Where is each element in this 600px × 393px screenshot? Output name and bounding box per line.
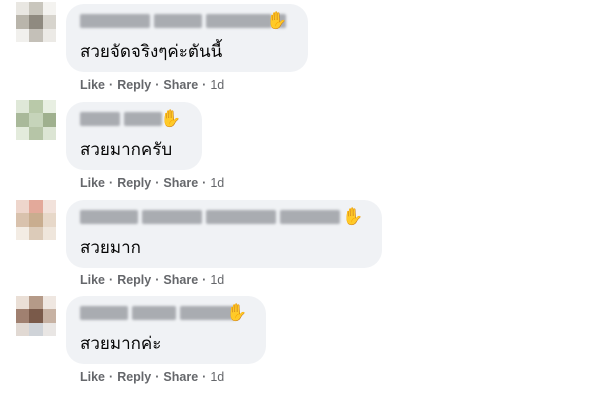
waving-hand-icon: ✋ bbox=[226, 303, 248, 323]
share-link[interactable]: Share bbox=[163, 273, 198, 287]
comment-bubble: ✋ สวยมากครับ bbox=[66, 102, 202, 170]
timestamp[interactable]: 1d bbox=[210, 78, 224, 92]
reply-link[interactable]: Reply bbox=[117, 273, 151, 287]
reply-link[interactable]: Reply bbox=[117, 370, 151, 384]
comment-text: สวยจัดจริงๆค่ะตันนี้ bbox=[80, 42, 223, 62]
comment-text: สวยมากค่ะ bbox=[80, 334, 162, 354]
timestamp[interactable]: 1d bbox=[210, 176, 224, 190]
separator: · bbox=[202, 273, 207, 287]
separator: · bbox=[202, 370, 207, 384]
avatar[interactable] bbox=[16, 2, 56, 42]
separator: · bbox=[155, 78, 160, 92]
comment-actions: Like · Reply · Share · 1d bbox=[80, 273, 224, 287]
comment-bubble: ✋ สวยมากค่ะ bbox=[66, 296, 266, 364]
avatar[interactable] bbox=[16, 200, 56, 240]
comment-bubble: ✋ สวยจัดจริงๆค่ะตันนี้ bbox=[66, 4, 308, 72]
comment-bubble: ✋ สวยมาก bbox=[66, 200, 382, 268]
avatar[interactable] bbox=[16, 296, 56, 336]
timestamp[interactable]: 1d bbox=[210, 273, 224, 287]
separator: · bbox=[109, 370, 114, 384]
waving-hand-icon: ✋ bbox=[342, 207, 364, 227]
share-link[interactable]: Share bbox=[163, 78, 198, 92]
comment-text: สวยมาก bbox=[80, 238, 141, 258]
separator: · bbox=[155, 273, 160, 287]
like-link[interactable]: Like bbox=[80, 273, 105, 287]
avatar[interactable] bbox=[16, 100, 56, 140]
author-name[interactable] bbox=[80, 210, 340, 224]
separator: · bbox=[109, 78, 114, 92]
waving-hand-icon: ✋ bbox=[160, 109, 182, 129]
author-name[interactable] bbox=[80, 112, 162, 126]
share-link[interactable]: Share bbox=[163, 176, 198, 190]
comment-actions: Like · Reply · Share · 1d bbox=[80, 176, 224, 190]
separator: · bbox=[155, 370, 160, 384]
separator: · bbox=[109, 273, 114, 287]
like-link[interactable]: Like bbox=[80, 78, 105, 92]
author-name[interactable] bbox=[80, 306, 236, 320]
waving-hand-icon: ✋ bbox=[266, 11, 288, 31]
comment-actions: Like · Reply · Share · 1d bbox=[80, 78, 224, 92]
share-link[interactable]: Share bbox=[163, 370, 198, 384]
timestamp[interactable]: 1d bbox=[210, 370, 224, 384]
author-name[interactable] bbox=[80, 14, 286, 28]
separator: · bbox=[202, 78, 207, 92]
like-link[interactable]: Like bbox=[80, 370, 105, 384]
separator: · bbox=[109, 176, 114, 190]
separator: · bbox=[155, 176, 160, 190]
reply-link[interactable]: Reply bbox=[117, 78, 151, 92]
reply-link[interactable]: Reply bbox=[117, 176, 151, 190]
like-link[interactable]: Like bbox=[80, 176, 105, 190]
comment-actions: Like · Reply · Share · 1d bbox=[80, 370, 224, 384]
separator: · bbox=[202, 176, 207, 190]
comment-text: สวยมากครับ bbox=[80, 140, 173, 160]
